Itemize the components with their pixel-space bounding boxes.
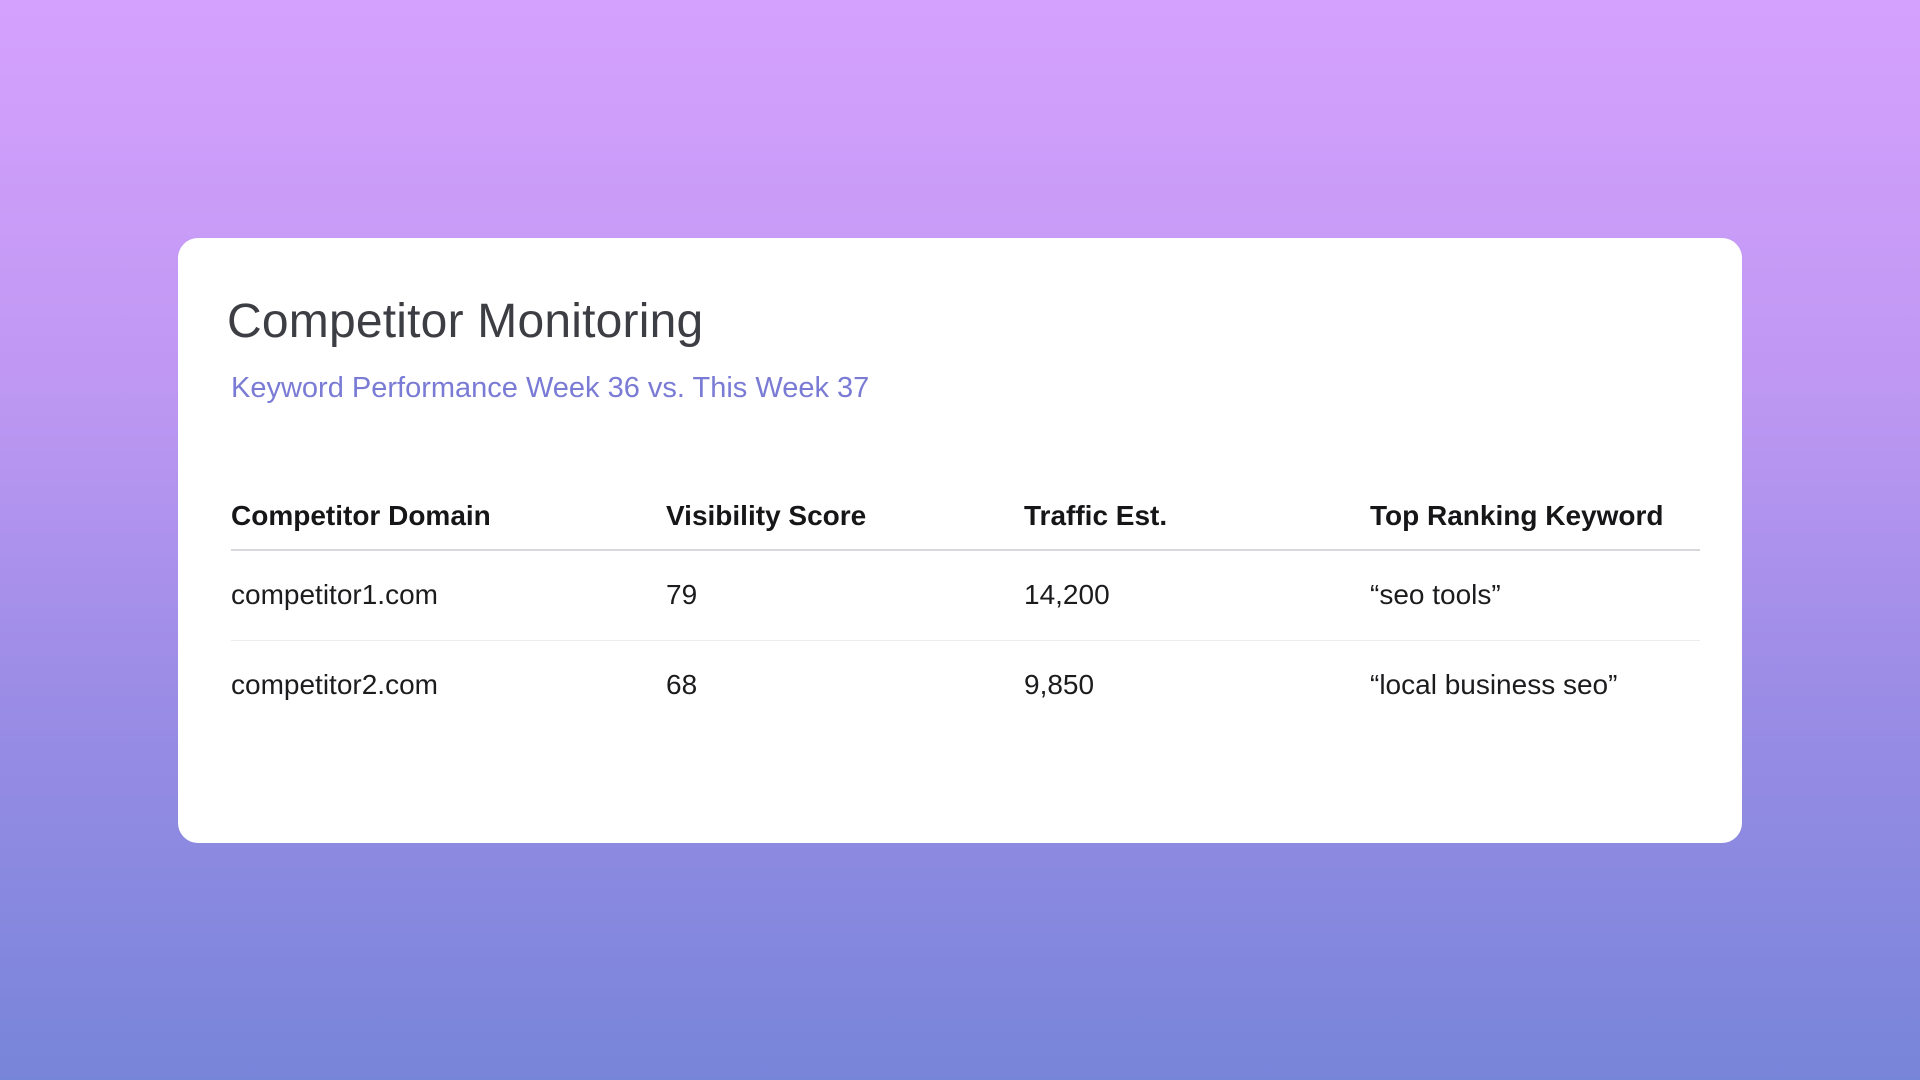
card-title: Competitor Monitoring — [227, 295, 704, 348]
card-subtitle: Keyword Performance Week 36 vs. This Wee… — [231, 372, 870, 404]
table-body: competitor1.com 79 14,200 “seo tools” co… — [231, 549, 1700, 730]
cell-traffic-est: 9,850 — [1024, 669, 1095, 701]
column-header-competitor-domain: Competitor Domain — [231, 499, 666, 551]
table-row: competitor2.com 68 9,850 “local business… — [231, 640, 1700, 730]
table-header: Competitor Domain Visibility Score Traff… — [231, 499, 1700, 551]
column-header-traffic-est: Traffic Est. — [1024, 499, 1370, 551]
cell-top-ranking-keyword: “seo tools” — [1370, 549, 1700, 641]
column-header-top-ranking-keyword: Top Ranking Keyword — [1370, 499, 1700, 551]
cell-visibility-score: 68 — [666, 669, 698, 701]
column-header-visibility-score: Visibility Score — [666, 499, 1024, 551]
cell-top-ranking-keyword: “local business seo” — [1370, 669, 1618, 701]
table-row: competitor1.com 79 14,200 “seo tools” — [231, 549, 1700, 641]
cell-competitor-domain: competitor1.com — [231, 549, 666, 641]
competitor-table: Competitor Domain Visibility Score Traff… — [231, 499, 1700, 730]
competitor-monitoring-card: Competitor Monitoring Keyword Performanc… — [178, 238, 1742, 843]
cell-competitor-domain: competitor2.com — [231, 669, 438, 701]
cell-traffic-est: 14,200 — [1024, 549, 1370, 641]
cell-visibility-score: 79 — [666, 549, 1024, 641]
table-header-row: Competitor Domain Visibility Score Traff… — [231, 499, 1700, 551]
